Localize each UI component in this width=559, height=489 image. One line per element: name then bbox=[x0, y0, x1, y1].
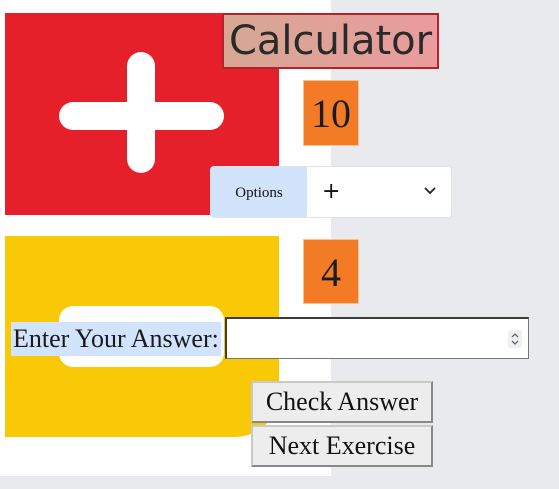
check-answer-button[interactable]: Check Answer bbox=[251, 381, 433, 423]
number-spinner-icon[interactable] bbox=[508, 330, 522, 348]
operation-label: Options bbox=[211, 167, 307, 217]
second-number: 4 bbox=[303, 239, 359, 304]
answer-label: Enter Your Answer: bbox=[11, 322, 221, 356]
page-title: Calculator bbox=[222, 13, 439, 69]
first-number: 10 bbox=[303, 80, 359, 146]
plus-icon-bar-vertical bbox=[127, 52, 155, 173]
chevron-down-icon bbox=[424, 187, 436, 195]
operation-select-group: Options + bbox=[210, 166, 452, 218]
next-exercise-button[interactable]: Next Exercise bbox=[251, 425, 433, 467]
answer-input[interactable] bbox=[225, 317, 529, 359]
operation-select[interactable]: + bbox=[308, 167, 451, 217]
operation-selected-value: + bbox=[322, 179, 341, 204]
